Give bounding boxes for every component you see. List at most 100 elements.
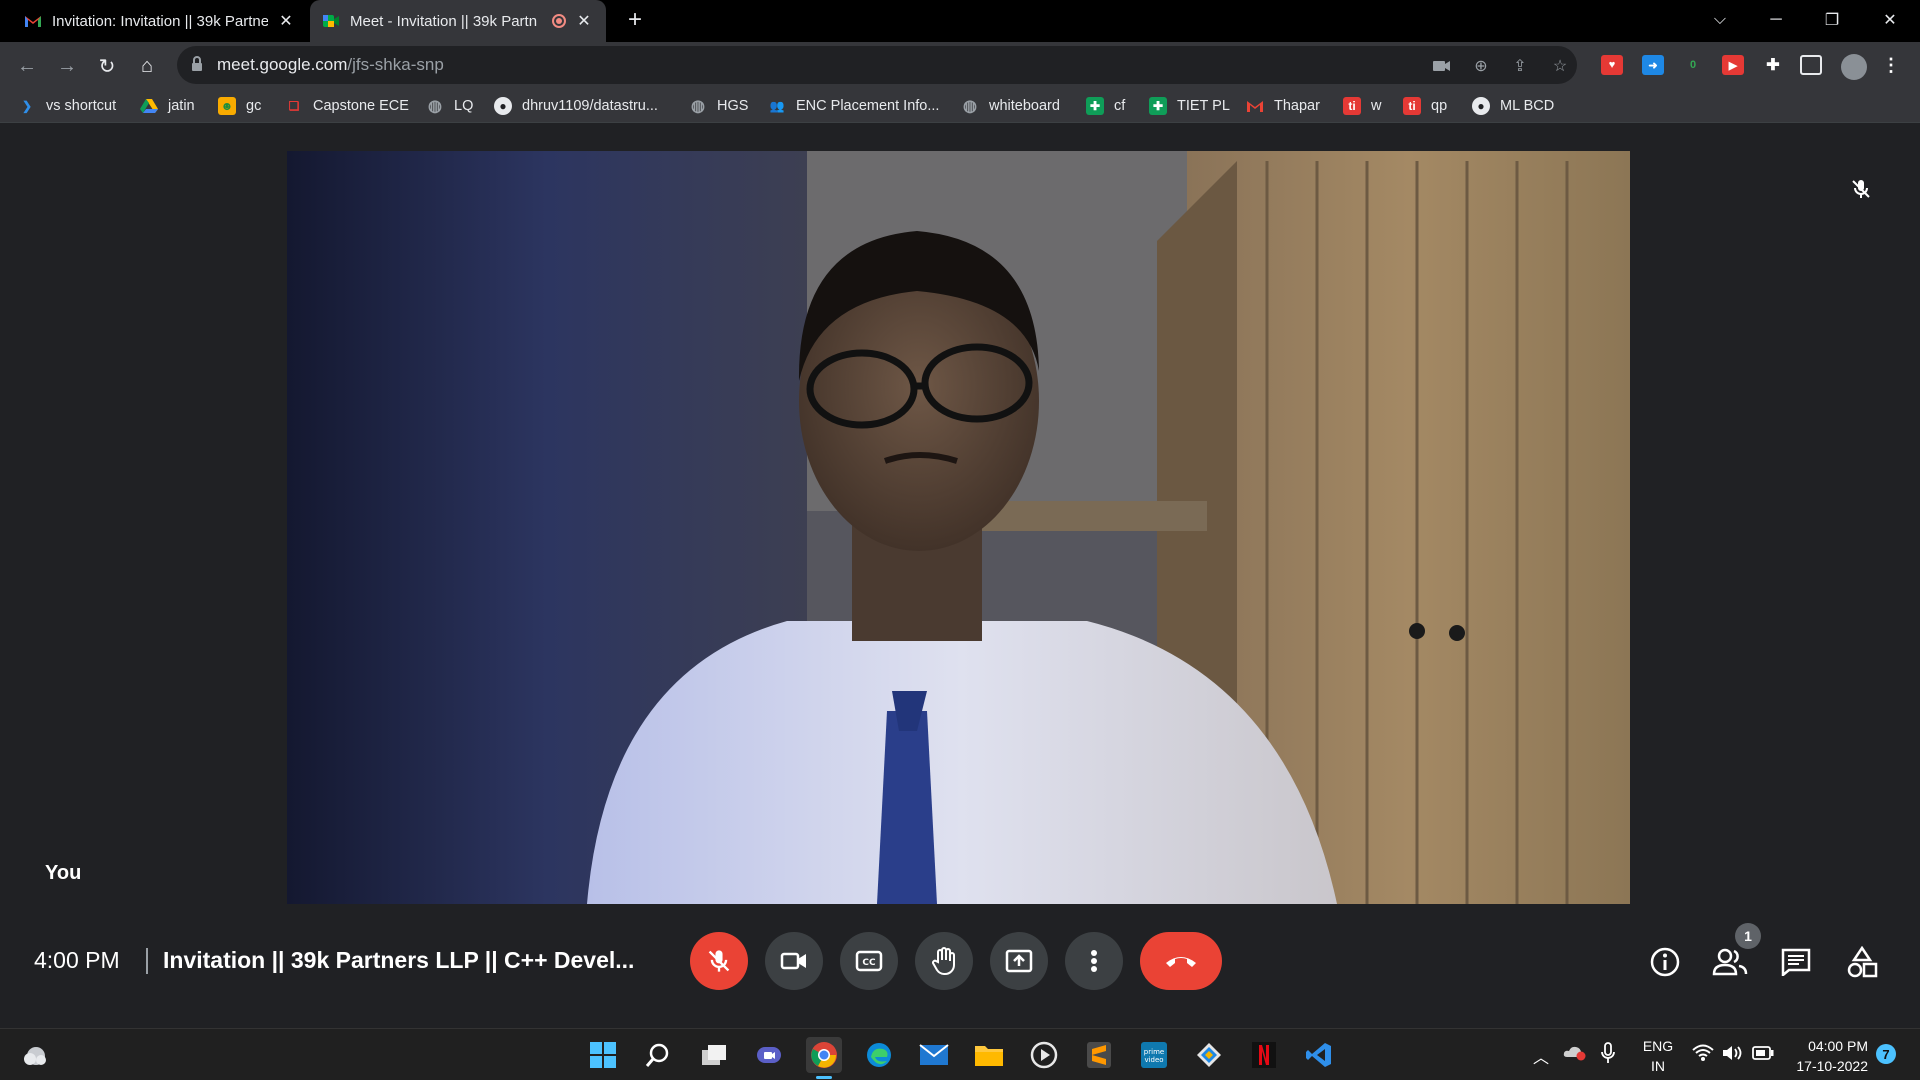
bookmark-label: Thapar	[1274, 98, 1320, 114]
bookmark-label: ML BCD	[1500, 98, 1555, 114]
chat-button[interactable]	[1774, 940, 1818, 984]
restore-button[interactable]: ❐	[1804, 0, 1860, 40]
netflix-icon[interactable]	[1246, 1037, 1282, 1073]
weather-icon[interactable]	[18, 1037, 54, 1073]
meeting-details-button[interactable]	[1643, 940, 1687, 984]
chrome-menu-icon[interactable]: ⋮	[1880, 55, 1902, 75]
windows-taskbar: prime video ︿ ENG IN 04:00 PM 17-10-2022 …	[0, 1028, 1920, 1080]
close-icon[interactable]: ✕	[276, 11, 296, 31]
git-app-icon[interactable]	[1191, 1037, 1227, 1073]
bookmark-label: whiteboard	[989, 98, 1060, 114]
raise-hand-button[interactable]	[915, 932, 973, 990]
teams-chat-icon[interactable]	[751, 1037, 787, 1073]
captions-button[interactable]: CC	[840, 932, 898, 990]
url-host: meet.google.com	[217, 55, 348, 74]
camera-toggle-button[interactable]	[765, 932, 823, 990]
vscode-taskbar-icon[interactable]	[1301, 1037, 1337, 1073]
activities-shapes-icon	[1847, 946, 1878, 978]
activities-button[interactable]	[1840, 940, 1884, 984]
leave-call-button[interactable]	[1140, 932, 1222, 990]
bookmark-item[interactable]: jatin	[140, 95, 195, 117]
bookmark-label: vs shortcut	[46, 98, 117, 114]
more-options-button[interactable]	[1065, 932, 1123, 990]
home-icon[interactable]: ⌂	[131, 50, 163, 82]
search-icon[interactable]	[640, 1037, 676, 1073]
file-explorer-icon[interactable]	[971, 1037, 1007, 1073]
wifi-icon[interactable]	[1692, 1044, 1714, 1065]
browser-toolbar: ← → ↻ ⌂ meet.google.com/jfs-shka-snp ⊕ ⇪…	[0, 42, 1920, 89]
mail-icon[interactable]	[916, 1037, 952, 1073]
bookmark-item[interactable]: ti qp	[1403, 95, 1447, 117]
start-windows-icon[interactable]	[585, 1037, 621, 1073]
close-icon[interactable]: ✕	[574, 11, 594, 31]
media-player-icon[interactable]	[1026, 1037, 1062, 1073]
extensions-puzzle-icon[interactable]: ✚	[1762, 55, 1784, 75]
tab-gmail-invitation[interactable]: Invitation: Invitation || 39k Partne ✕	[12, 0, 308, 42]
bookmark-item[interactable]: ✚ cf	[1086, 95, 1125, 117]
tab-search-icon[interactable]: ⌵	[1692, 0, 1748, 40]
extension-counter-icon[interactable]: 0	[1682, 55, 1704, 75]
clock-tray[interactable]: 04:00 PM 17-10-2022	[1786, 1036, 1868, 1076]
url-text: meet.google.com/jfs-shka-snp	[217, 55, 444, 75]
back-arrow-icon[interactable]: ←	[11, 50, 43, 82]
bookmark-item[interactable]: ● ML BCD	[1472, 95, 1554, 117]
bookmark-item[interactable]: ● dhruv1109/datastru...	[494, 95, 658, 117]
mic-toggle-button[interactable]	[690, 932, 748, 990]
side-panel-icon[interactable]	[1800, 55, 1822, 75]
bookmark-item[interactable]: ◍ whiteboard	[961, 95, 1060, 117]
battery-icon[interactable]	[1752, 1045, 1774, 1064]
prime-video-icon[interactable]: prime video	[1136, 1037, 1172, 1073]
volume-icon[interactable]	[1722, 1044, 1744, 1065]
extension-pocket-icon[interactable]: ♥	[1601, 55, 1623, 75]
new-tab-button[interactable]: +	[622, 8, 648, 33]
globe-icon: ◍	[428, 98, 442, 115]
bookmark-label: qp	[1431, 98, 1448, 114]
webcam-image	[287, 151, 1630, 904]
bookmark-item[interactable]: ☻ gc	[218, 95, 261, 117]
bookmark-item[interactable]: ❏ Capstone ECE	[285, 95, 409, 117]
zoom-icon[interactable]: ⊕	[1470, 55, 1492, 77]
meet-control-bar: 4:00 PM Invitation || 39k Partners LLP |…	[0, 920, 1920, 1004]
minimize-button[interactable]: ─	[1748, 0, 1804, 40]
present-screen-button[interactable]	[990, 932, 1048, 990]
extension-youtube-icon[interactable]: ▶	[1722, 55, 1744, 75]
bookmark-label: Capstone ECE	[313, 98, 409, 114]
bookmark-item[interactable]: ✚ TIET PL	[1149, 95, 1230, 117]
meet-icon	[322, 12, 340, 30]
edge-icon[interactable]	[861, 1037, 897, 1073]
globe-icon: ◍	[691, 98, 705, 115]
self-video-tile	[287, 151, 1630, 904]
bookmark-item[interactable]: ❯ vs shortcut	[18, 95, 116, 117]
onedrive-icon[interactable]	[1563, 1043, 1587, 1064]
people-icon	[1712, 948, 1748, 976]
notification-count-badge[interactable]: 7	[1876, 1044, 1896, 1064]
bookmark-label: HGS	[717, 98, 749, 114]
participant-count-badge: 1	[1735, 923, 1761, 949]
share-icon[interactable]: ⇪	[1509, 55, 1531, 77]
tab-title: Meet - Invitation || 39k Partn	[350, 12, 538, 30]
forward-arrow-icon[interactable]: →	[51, 50, 83, 82]
camera-in-use-icon[interactable]	[1431, 55, 1453, 77]
bookmark-item[interactable]: ti w	[1343, 95, 1381, 117]
bookmark-label: cf	[1114, 98, 1126, 114]
bookmark-item[interactable]: ◍ HGS	[689, 95, 748, 117]
sublime-text-icon[interactable]	[1081, 1037, 1117, 1073]
microphone-tray-icon[interactable]	[1600, 1042, 1616, 1067]
reload-icon[interactable]: ↻	[91, 50, 123, 82]
bookmark-item[interactable]: ◍ LQ	[426, 95, 473, 117]
active-app-indicator	[816, 1076, 832, 1079]
bookmark-item[interactable]: Thapar	[1246, 95, 1320, 117]
chrome-taskbar-icon[interactable]	[806, 1037, 842, 1079]
self-name-label: You	[45, 862, 82, 884]
show-hidden-icons-chevron-icon[interactable]: ︿	[1533, 1044, 1549, 1068]
address-bar[interactable]: meet.google.com/jfs-shka-snp ⊕ ⇪ ☆	[177, 46, 1577, 84]
tab-meet-active[interactable]: Meet - Invitation || 39k Partn ✕	[310, 0, 606, 42]
bookmark-label: w	[1371, 98, 1382, 114]
close-window-button[interactable]: ✕	[1862, 0, 1918, 40]
extension-translate-icon[interactable]: ➜	[1642, 55, 1664, 75]
bookmark-star-icon[interactable]: ☆	[1549, 55, 1571, 77]
task-view-icon[interactable]	[696, 1037, 732, 1073]
bookmark-item[interactable]: 👥 ENC Placement Info...	[768, 95, 940, 117]
profile-avatar[interactable]	[1841, 54, 1867, 80]
language-indicator[interactable]: ENG IN	[1640, 1036, 1676, 1076]
